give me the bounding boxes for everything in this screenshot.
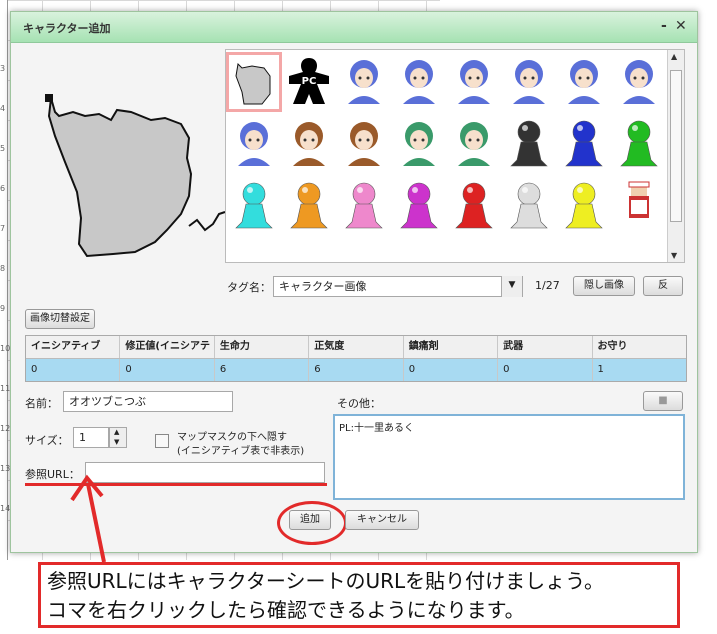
table-cell[interactable]: 0 [498,359,593,381]
map-row-number: 6 [0,184,6,193]
table-header-cell[interactable]: お守り [593,336,686,358]
map-row-number: 11 [0,384,11,393]
map-row-number: 3 [0,64,6,73]
other-textarea[interactable]: PL:十一里あるく [333,414,685,500]
svg-text:PC: PC [302,76,317,87]
brown-hair-girl-portrait-2[interactable] [338,116,390,172]
name-label: 名前： [25,397,58,410]
annotation-line-2: コマを右クリックしたら確認できるようになります。 [47,598,525,622]
table-cell[interactable]: 0 [120,359,215,381]
map-row-number: 12 [0,424,11,433]
icon-page-indicator: 1/27 [535,279,560,292]
map-row-number: 10 [0,344,11,353]
pixel-character-icon[interactable] [613,178,665,234]
yellow-pawn-icon[interactable] [558,178,610,234]
table-header-cell[interactable]: 正気度 [309,336,404,358]
map-row-number: 8 [0,264,6,273]
table-header-cell[interactable]: イニシアティブ [26,336,121,358]
tag-select[interactable]: キャラクター画像 ▼ [273,276,523,297]
blue-pawn-icon[interactable] [558,116,610,172]
map-row-number: 7 [0,224,6,233]
blue-hair-girl-portrait-1[interactable] [338,54,390,110]
annotation-line-1: 参照URLにはキャラクターシートのURLを貼り付けましょう。 [47,569,604,593]
brown-hair-girl-portrait-1[interactable] [283,116,335,172]
other-label: その他： [337,397,381,410]
close-icon[interactable]: ✕ [675,18,687,34]
map-row-number: 14 [0,504,11,513]
cyan-pawn-icon[interactable] [228,178,280,234]
map-row-number: 4 [0,104,6,113]
icon-picker-panel: PC ▲ ▼ [225,49,685,263]
blue-hair-girl-portrait-4[interactable] [503,54,555,110]
magenta-pawn-icon[interactable] [393,178,445,234]
scrollbar-thumb[interactable] [670,70,682,222]
dialog-titlebar[interactable]: キャラクター追加 - ✕ [11,12,697,43]
mouse-silhouette-icon[interactable] [226,52,282,112]
red-pawn-icon[interactable] [448,178,500,234]
stepper-down-icon[interactable]: ▼ [114,438,119,446]
stepper-up-icon[interactable]: ▲ [114,428,119,436]
table-cell[interactable]: 1 [593,359,686,381]
blue-hair-girl-portrait-7[interactable] [228,116,280,172]
map-row-ruler [0,0,8,560]
map-row-number: 13 [0,464,11,473]
green-hair-girl-portrait-2[interactable] [448,116,500,172]
scroll-down-icon[interactable]: ▼ [671,251,677,260]
size-stepper[interactable]: ▲ ▼ [109,427,127,448]
annotation-callout: 参照URLにはキャラクターシートのURLを貼り付けましょう。 コマを右クリックし… [38,562,680,628]
green-hair-girl-portrait-1[interactable] [393,116,445,172]
blue-hair-girl-portrait-2[interactable] [393,54,445,110]
pc-meeple-icon[interactable]: PC [283,54,335,110]
tag-select-value: キャラクター画像 [279,280,367,293]
icon-picker-scrollbar[interactable]: ▲ ▼ [667,50,684,262]
green-pawn-icon[interactable] [613,116,665,172]
table-header-cell[interactable]: 鎮痛剤 [404,336,499,358]
dialog-title: キャラクター追加 [23,22,111,35]
scroll-up-icon[interactable]: ▲ [671,52,677,61]
reference-url-input[interactable] [85,462,325,483]
table-row[interactable]: 0066001 [26,359,686,381]
flip-image-button[interactable]: 反 [643,276,683,296]
black-pawn-icon[interactable] [503,116,555,172]
character-preview-image [45,94,226,258]
table-header-cell[interactable]: 生命力 [215,336,310,358]
stats-table: イニシアティブ 修正値(イニシアテ 生命力 正気度 鎮痛剤 武器 お守り 0066001 [25,335,687,382]
cancel-button[interactable]: キャンセル [345,510,419,530]
blue-hair-girl-portrait-5[interactable] [558,54,610,110]
image-switch-settings-button[interactable]: 画像切替設定 [25,309,95,329]
map-mask-checkbox[interactable] [155,434,169,448]
table-header-cell[interactable]: 修正値(イニシアテ [120,336,215,358]
table-cell[interactable]: 6 [215,359,310,381]
size-label: サイズ： [25,434,69,447]
table-cell[interactable]: 0 [26,359,121,381]
pink-pawn-icon[interactable] [338,178,390,234]
orange-pawn-icon[interactable] [283,178,335,234]
map-mask-label-line1: マップマスクの下へ隠す [177,432,287,443]
add-button-highlight-circle [277,501,347,545]
table-cell[interactable]: 6 [309,359,404,381]
name-input[interactable]: オオツブこつぶ [63,391,233,412]
blue-hair-girl-portrait-6[interactable] [613,54,665,110]
size-input[interactable]: 1 [73,427,109,448]
map-row-number: 5 [0,144,6,153]
annotation-arrow [70,474,106,563]
tag-label: タグ名： [227,281,271,294]
map-mask-label-line2: (イニシアティブ表で非表示) [177,446,305,457]
white-pawn-icon[interactable] [503,178,555,234]
blue-hair-girl-portrait-3[interactable] [448,54,500,110]
minimize-icon[interactable]: - [661,18,667,34]
table-cell[interactable]: 0 [404,359,499,381]
chevron-down-icon[interactable]: ▼ [501,276,522,297]
map-row-number: 9 [0,304,6,313]
stop-button[interactable]: ■ [643,391,683,411]
table-header-cell[interactable]: 武器 [498,336,593,358]
stats-table-header: イニシアティブ 修正値(イニシアテ 生命力 正気度 鎮痛剤 武器 お守り [26,336,686,359]
hidden-images-button[interactable]: 隠し画像 [573,276,635,296]
